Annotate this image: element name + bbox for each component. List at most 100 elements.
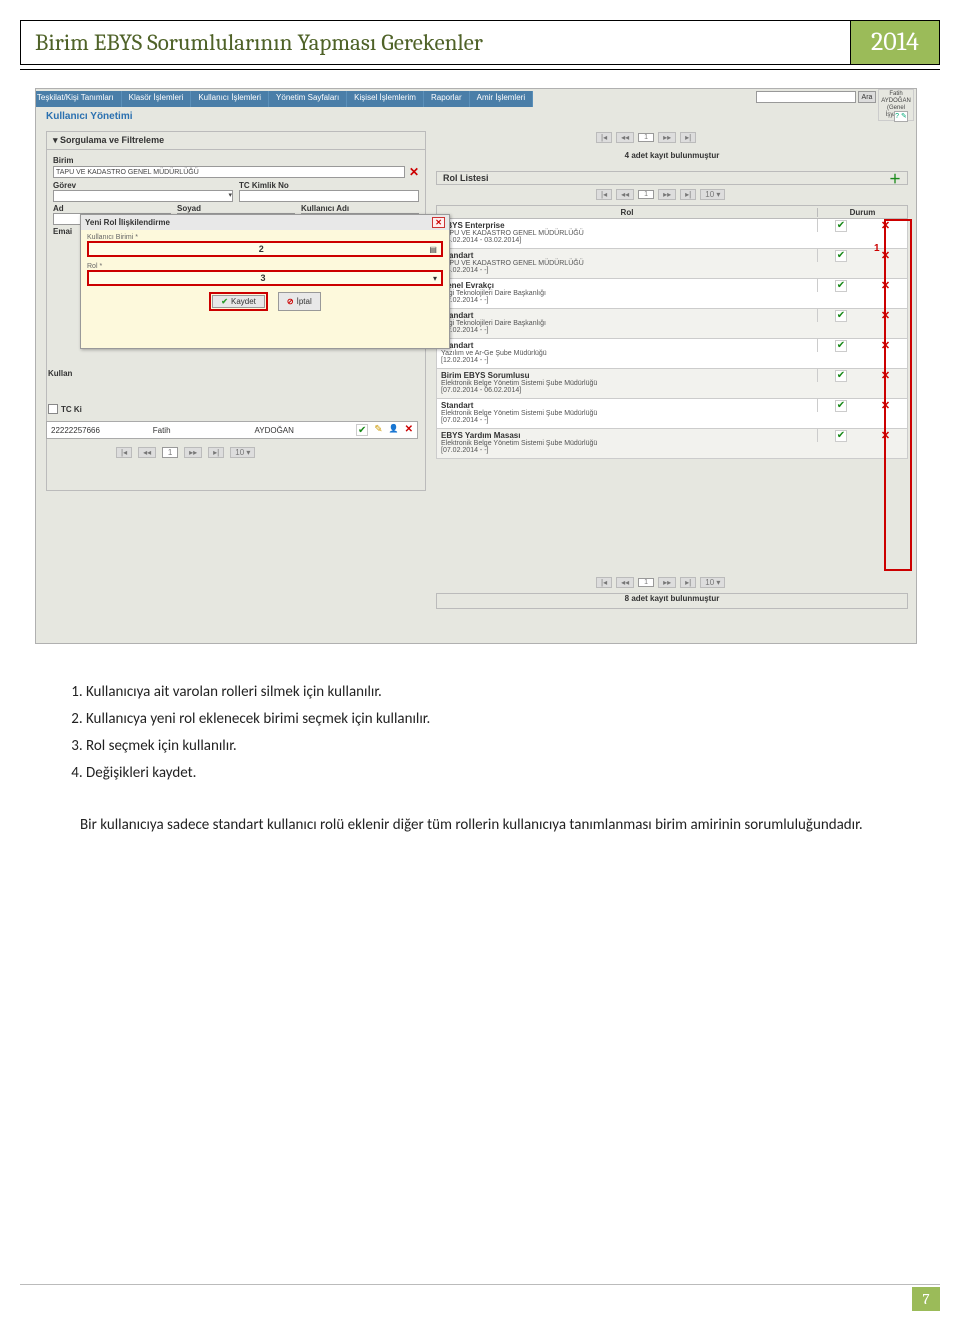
role-dates: [07.02.2014 - 06.02.2014] — [441, 387, 813, 394]
role-name: Standart — [441, 341, 813, 350]
gorev-select[interactable]: ▾ — [53, 190, 233, 202]
role-row: StandartBilgi Teknolojileri Daire Başkan… — [436, 309, 908, 339]
check-icon: ✔ — [835, 250, 847, 262]
page-number: 7 — [912, 1287, 940, 1311]
record-count-top: 4 adet kayıt bulunmuştur — [436, 151, 908, 160]
check-icon: ✔ — [835, 400, 847, 412]
check-icon: ✔ — [835, 340, 847, 352]
role-dates: [04.02.2014 - 03.02.2014] — [441, 237, 813, 244]
role-dates: [07.02.2014 - -] — [441, 447, 813, 454]
role-name: Standart — [441, 311, 813, 320]
pager-last[interactable]: ▸| — [680, 132, 696, 143]
check-icon: ✔ — [835, 430, 847, 442]
pager-first[interactable]: |◂ — [596, 577, 612, 588]
role-name: EBYS Enterprise — [441, 221, 813, 230]
add-role-icon[interactable]: ＋ — [889, 170, 901, 187]
pager-size[interactable]: 10 ▾ — [230, 447, 255, 458]
soyad-label: Soyad — [177, 204, 295, 213]
delete-row-icon[interactable]: ✕ — [405, 424, 413, 436]
role-dates: [12.02.2014 - -] — [441, 297, 813, 304]
user-icon[interactable]: 👤 — [389, 424, 399, 436]
user-tc: 22222257666 — [51, 426, 147, 435]
pager-next[interactable]: ▸▸ — [184, 447, 202, 458]
menu-item[interactable]: Yönetim Sayfaları — [269, 91, 347, 107]
cancel-label: İptal — [297, 297, 312, 306]
menu-item[interactable]: Kullanıcı İşlemleri — [191, 91, 269, 107]
role-pager-bottom: |◂ ◂◂ 1 ▸▸ ▸| 10 ▾ — [596, 577, 725, 588]
check-icon: ✔ — [835, 220, 847, 232]
role-name: Standart — [441, 251, 813, 260]
new-role-dialog: Yeni Rol İlişkilendirme ✕ Kullanıcı Biri… — [80, 214, 450, 349]
role-row: Birim EBYS SorumlusuElektronik Belge Yön… — [436, 369, 908, 399]
check-icon: ✔ — [835, 310, 847, 322]
birim-field-input[interactable]: 2 ▤ — [87, 241, 443, 257]
pager-prev[interactable]: ◂◂ — [616, 189, 634, 200]
cancel-button[interactable]: ⊘İptal — [278, 292, 321, 311]
pager-size[interactable]: 10 ▾ — [700, 577, 725, 588]
col-role: Rol — [437, 208, 817, 217]
dialog-title: Yeni Rol İlişkilendirme — [85, 218, 170, 227]
role-dates: [12.02.2014 - -] — [441, 327, 813, 334]
clear-birim-icon[interactable]: ✕ — [409, 165, 419, 179]
role-name: Standart — [441, 401, 813, 410]
dialog-close-icon[interactable]: ✕ — [432, 217, 445, 228]
rol-field-label: Rol * — [87, 263, 443, 270]
record-count-bottom: 8 adet kayıt bulunmuştur — [436, 593, 908, 609]
pager-current: 1 — [638, 133, 654, 142]
kullan-label: Kullan — [48, 369, 72, 378]
menu-item[interactable]: Kişisel İşlemlerim — [347, 91, 424, 107]
pager-first[interactable]: |◂ — [596, 132, 612, 143]
user-ad: Fatih — [153, 426, 249, 435]
right-pager-top: |◂ ◂◂ 1 ▸▸ ▸| — [596, 132, 696, 143]
save-button[interactable]: ✔Kaydet — [212, 295, 265, 308]
pager-first[interactable]: |◂ — [116, 447, 132, 458]
menu-item[interactable]: Raporlar — [424, 91, 470, 107]
dropdown-icon[interactable]: ▤ — [429, 245, 437, 254]
role-name: Birim EBYS Sorumlusu — [441, 371, 813, 380]
row-check-icon: ✔ — [356, 424, 368, 436]
role-dates: [04.02.2014 - -] — [441, 267, 813, 274]
instruction-3: Rol seçmek için kullanılır. — [86, 734, 900, 758]
pager-size[interactable]: 10 ▾ — [700, 189, 725, 200]
checkbox-icon[interactable] — [48, 404, 58, 414]
help-icon[interactable]: ? ✎ — [894, 111, 908, 122]
edit-icon[interactable]: ✎ — [374, 424, 382, 436]
roles-list: EBYS EnterpriseTAPU VE KADASTRO GENEL MÜ… — [436, 219, 908, 615]
search-input[interactable] — [756, 91, 856, 103]
role-row: StandartTAPU VE KADASTRO GENEL MÜDÜRLÜĞÜ… — [436, 249, 908, 279]
tck-check[interactable]: TC Ki — [48, 404, 82, 414]
role-unit: Bilgi Teknolojileri Daire Başkanlığı — [441, 320, 813, 327]
pager-next[interactable]: ▸▸ — [658, 577, 676, 588]
filter-title: Sorgulama ve Filtreleme — [60, 135, 164, 145]
pager-next[interactable]: ▸▸ — [658, 189, 676, 200]
role-row: EBYS EnterpriseTAPU VE KADASTRO GENEL MÜ… — [436, 219, 908, 249]
pager-prev[interactable]: ◂◂ — [616, 132, 634, 143]
pager-first[interactable]: |◂ — [596, 189, 612, 200]
pager-last[interactable]: ▸| — [680, 189, 696, 200]
dropdown-icon[interactable]: ▾ — [433, 274, 437, 283]
menu-item[interactable]: Teşkilat/Kişi Tanımları — [35, 91, 122, 107]
annotation-3: 3 — [260, 273, 265, 283]
user-row: 22222257666 Fatih AYDOĞAN ✔ ✎ 👤 ✕ — [46, 421, 418, 439]
doc-title: Birim EBYS Sorumlularının Yapması Gereke… — [20, 20, 850, 65]
pager-last[interactable]: ▸| — [680, 577, 696, 588]
pager-last[interactable]: ▸| — [208, 447, 224, 458]
role-unit: TAPU VE KADASTRO GENEL MÜDÜRLÜĞÜ — [441, 230, 813, 237]
birim-field-label: Kullanıcı Birimi * — [87, 234, 443, 241]
pager-prev[interactable]: ◂◂ — [138, 447, 156, 458]
role-unit: Bilgi Teknolojileri Daire Başkanlığı — [441, 290, 813, 297]
role-pager-top: |◂ ◂◂ 1 ▸▸ ▸| 10 ▾ — [596, 189, 725, 200]
rol-field-input[interactable]: 3 ▾ — [87, 270, 443, 286]
check-icon: ✔ — [835, 370, 847, 382]
pager-prev[interactable]: ◂◂ — [616, 577, 634, 588]
menu-item[interactable]: Amir İşlemleri — [470, 91, 533, 107]
birim-input[interactable]: TAPU VE KADASTRO GENEL MÜDÜRLÜĞÜ — [53, 166, 405, 178]
search-button[interactable]: Ara — [858, 91, 876, 103]
pager-next[interactable]: ▸▸ — [658, 132, 676, 143]
tc-input[interactable] — [239, 190, 419, 202]
user-soyad: AYDOĞAN — [255, 426, 351, 435]
role-name: EBYS Yardım Masası — [441, 431, 813, 440]
menu-item[interactable]: Klasör İşlemleri — [122, 91, 192, 107]
save-label: Kaydet — [231, 297, 256, 306]
footer-line — [20, 1284, 940, 1285]
